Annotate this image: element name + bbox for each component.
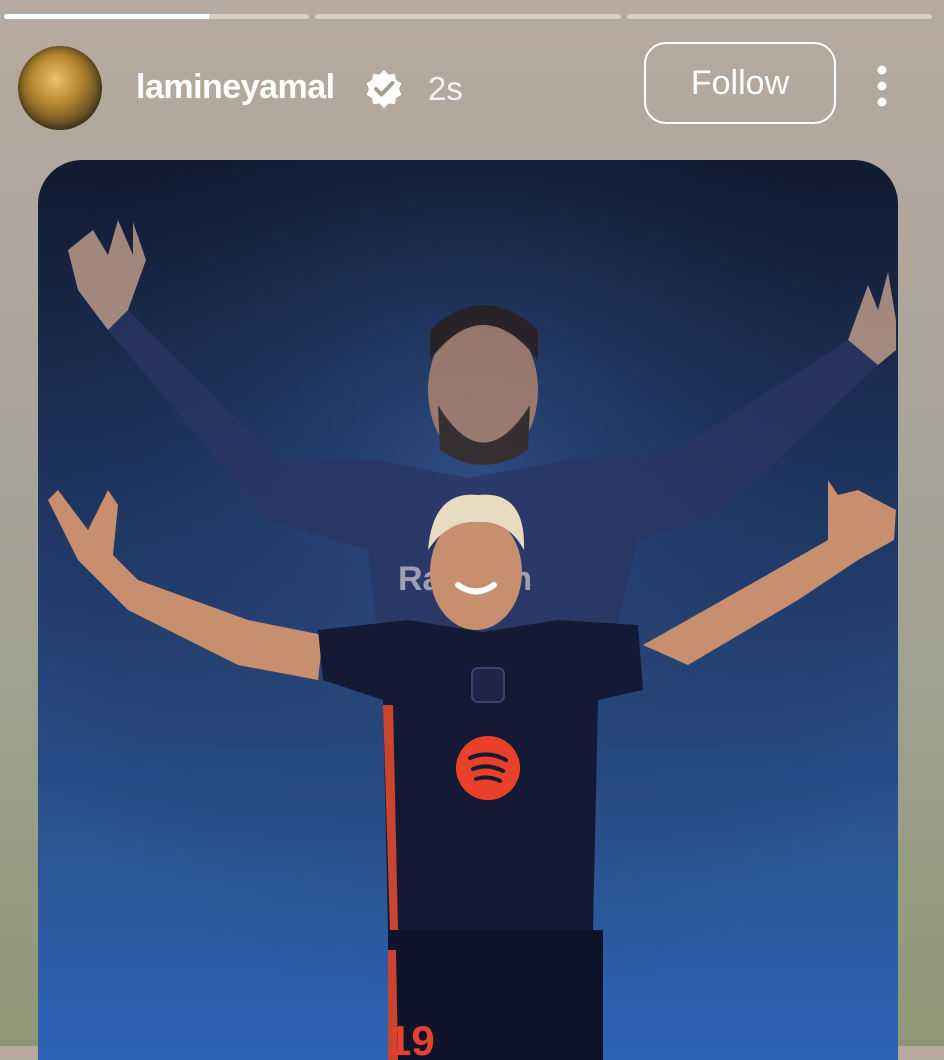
progress-segment — [315, 14, 621, 19]
avatar[interactable] — [18, 46, 102, 130]
follow-button[interactable]: Follow — [644, 42, 836, 124]
progress-segment — [626, 14, 932, 19]
club-crest-icon — [471, 667, 505, 703]
story-header: lamineyamal 2s Follow — [18, 42, 904, 132]
username[interactable]: lamineyamal — [136, 68, 335, 107]
more-vertical-icon[interactable] — [870, 64, 894, 108]
timestamp: 2s — [428, 70, 463, 107]
shorts-number: 19 — [388, 1017, 435, 1060]
progress-segment — [4, 14, 310, 19]
story-progress-bar — [4, 14, 932, 20]
verified-badge-icon — [366, 70, 402, 108]
progress-fill — [4, 14, 209, 19]
story-photo: Rakuten 19 — [38, 160, 898, 1060]
story-image: Rakuten 19 — [38, 160, 898, 1060]
